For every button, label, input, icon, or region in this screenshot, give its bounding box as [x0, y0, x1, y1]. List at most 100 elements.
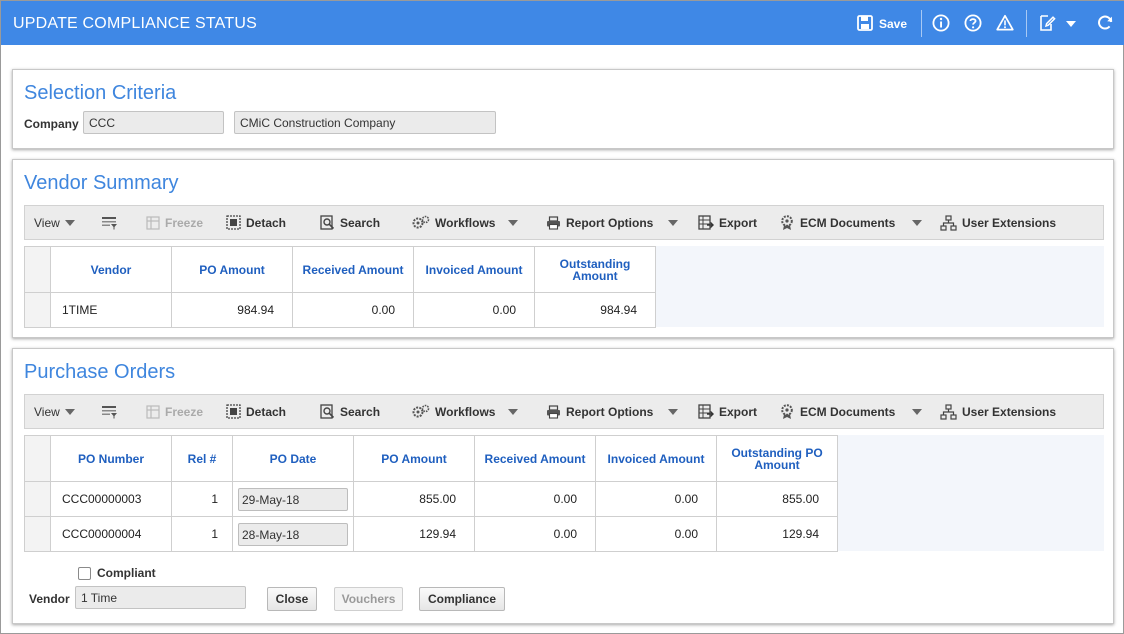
column-header[interactable]: Outstanding Amount: [534, 246, 656, 293]
refresh-icon[interactable]: [1096, 14, 1114, 32]
filter-icon: [101, 216, 118, 230]
vouchers-button[interactable]: Vouchers: [334, 587, 403, 611]
column-header[interactable]: PO Number: [50, 435, 172, 482]
received-amount-cell: 0.00: [292, 292, 414, 328]
search-icon: [320, 404, 335, 419]
save-icon: [857, 14, 873, 34]
freeze-button[interactable]: Freeze: [146, 206, 203, 239]
selection-criteria-panel: Selection Criteria Company CCC CMiC Cons…: [12, 69, 1114, 149]
row-selector[interactable]: [24, 292, 51, 328]
workflows-label: Workflows: [435, 404, 496, 419]
purchase-orders-table: PO Number Rel # PO Date PO Amount Receiv…: [24, 435, 838, 552]
row-selector[interactable]: [24, 516, 51, 552]
export-label: Export: [719, 215, 758, 230]
purchase-orders-toolbar: View Freeze Detach Search Workflows Repo…: [24, 394, 1104, 429]
vendor-field[interactable]: 1 Time: [75, 586, 246, 609]
vendor-cell: 1TIME: [50, 292, 172, 328]
po-number-cell: CCC00000003: [50, 481, 172, 517]
column-header[interactable]: Received Amount: [292, 246, 414, 293]
column-header[interactable]: PO Amount: [171, 246, 293, 293]
table-header-row: Vendor PO Amount Received Amount Invoice…: [24, 246, 656, 293]
detach-button[interactable]: Detach: [226, 395, 286, 428]
table-row[interactable]: CCC00000003 1 29-May-18 855.00 0.00 0.00…: [24, 481, 838, 517]
ecm-icon: [779, 403, 795, 420]
po-date-field[interactable]: 29-May-18: [238, 487, 348, 511]
report-options-menu[interactable]: Report Options: [546, 395, 679, 428]
export-icon: [698, 404, 714, 419]
rel-cell: 1: [171, 516, 233, 552]
compliant-checkbox[interactable]: [78, 567, 91, 580]
page-title: UPDATE COMPLIANCE STATUS: [13, 15, 257, 32]
hierarchy-icon: [940, 214, 957, 231]
company-code-field[interactable]: CCC: [83, 111, 224, 134]
workflows-menu[interactable]: Workflows: [412, 395, 519, 428]
vendor-summary-title: Vendor Summary: [24, 172, 179, 194]
purchase-orders-panel: Purchase Orders View Freeze Detach Searc…: [12, 348, 1114, 624]
invoiced-amount-cell: 0.00: [595, 516, 717, 552]
edit-icon[interactable]: [1038, 14, 1056, 32]
column-header[interactable]: PO Amount: [353, 435, 475, 482]
chevron-down-icon[interactable]: [1065, 20, 1077, 28]
row-selector[interactable]: [24, 481, 51, 517]
vendor-label: Vendor: [29, 592, 70, 606]
column-header[interactable]: Invoiced Amount: [413, 246, 535, 293]
received-amount-cell: 0.00: [474, 516, 596, 552]
chevron-down-icon: [912, 408, 923, 415]
row-selector-header: [24, 435, 51, 482]
export-button[interactable]: Export: [698, 206, 757, 239]
save-button[interactable]: Save: [857, 14, 907, 34]
detach-label: Detach: [246, 215, 287, 230]
view-menu[interactable]: View: [34, 395, 75, 428]
filter-button[interactable]: [101, 206, 118, 239]
workflows-menu[interactable]: Workflows: [412, 206, 519, 239]
user-extensions-button[interactable]: User Extensions: [940, 395, 1056, 428]
po-amount-cell: 984.94: [171, 292, 293, 328]
detach-button[interactable]: Detach: [226, 206, 286, 239]
search-button[interactable]: Search: [320, 395, 380, 428]
chevron-down-icon: [912, 219, 923, 226]
freeze-button[interactable]: Freeze: [146, 395, 203, 428]
printer-icon: [546, 215, 561, 230]
report-options-label: Report Options: [566, 404, 654, 419]
freeze-icon: [146, 404, 160, 419]
export-button[interactable]: Export: [698, 395, 757, 428]
outstanding-amount-cell: 855.00: [716, 481, 838, 517]
user-extensions-button[interactable]: User Extensions: [940, 206, 1056, 239]
close-button[interactable]: Close: [267, 587, 317, 611]
column-header[interactable]: Outstanding PO Amount: [716, 435, 838, 482]
user-extensions-label: User Extensions: [962, 215, 1057, 230]
ecm-icon: [779, 214, 795, 231]
search-label: Search: [340, 404, 381, 419]
help-icon[interactable]: [964, 14, 982, 32]
column-header[interactable]: PO Date: [232, 435, 354, 482]
workflows-label: Workflows: [435, 215, 496, 230]
warning-icon[interactable]: [996, 14, 1014, 32]
ecm-documents-menu[interactable]: ECM Documents: [779, 206, 923, 239]
export-icon: [698, 215, 714, 230]
column-header[interactable]: Rel #: [171, 435, 233, 482]
column-header[interactable]: Received Amount: [474, 435, 596, 482]
ecm-documents-label: ECM Documents: [800, 404, 896, 419]
chevron-down-icon: [668, 408, 679, 415]
ecm-documents-menu[interactable]: ECM Documents: [779, 395, 923, 428]
filter-button[interactable]: [101, 395, 118, 428]
outstanding-amount-cell: 129.94: [716, 516, 838, 552]
rel-cell: 1: [171, 481, 233, 517]
column-header[interactable]: Vendor: [50, 246, 172, 293]
view-label: View: [34, 404, 60, 419]
info-icon[interactable]: [932, 14, 950, 32]
gears-icon: [412, 215, 430, 230]
view-menu[interactable]: View: [34, 206, 75, 239]
freeze-label: Freeze: [165, 215, 204, 230]
search-button[interactable]: Search: [320, 206, 380, 239]
table-row[interactable]: 1TIME 984.94 0.00 0.00 984.94: [24, 292, 656, 328]
report-options-menu[interactable]: Report Options: [546, 206, 679, 239]
view-label: View: [34, 215, 60, 230]
table-row[interactable]: CCC00000004 1 28-May-18 129.94 0.00 0.00…: [24, 516, 838, 552]
column-header[interactable]: Invoiced Amount: [595, 435, 717, 482]
outstanding-amount-cell: 984.94: [534, 292, 656, 328]
compliance-button[interactable]: Compliance: [419, 587, 505, 611]
purchase-orders-title: Purchase Orders: [24, 361, 176, 383]
po-date-field[interactable]: 28-May-18: [238, 522, 348, 546]
selection-criteria-title: Selection Criteria: [24, 82, 177, 104]
